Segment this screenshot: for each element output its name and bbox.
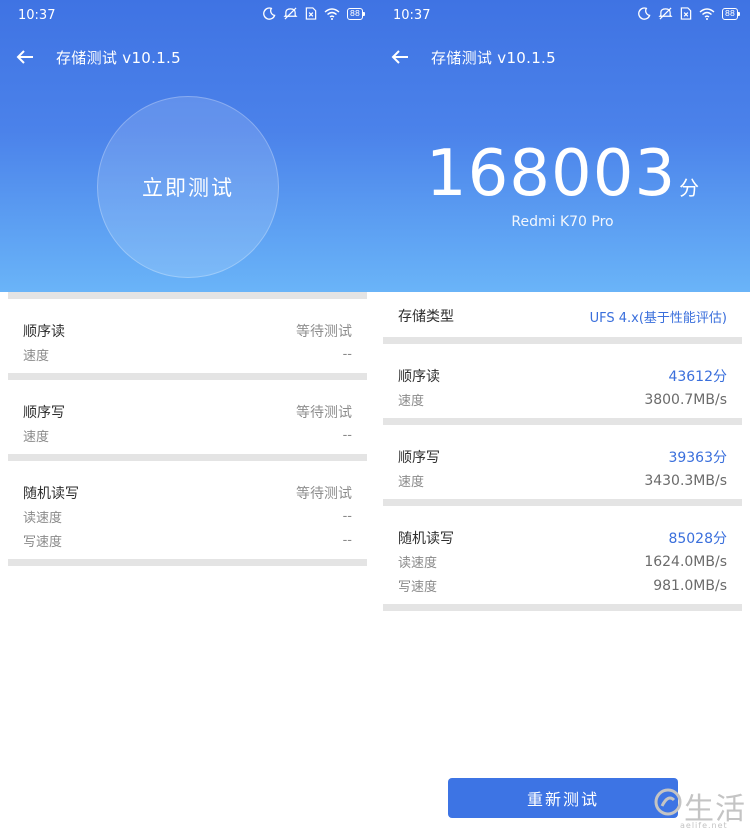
random-rw-card: 随机读写 85028分 读速度 1624.0MB/s 写速度 981.0MB/s: [383, 506, 742, 604]
retest-button[interactable]: 重新测试: [448, 778, 678, 818]
sequential-write-card: 顺序写 39363分 速度 3430.3MB/s: [383, 425, 742, 499]
sim-x-icon: [305, 7, 317, 20]
metric-value: --: [342, 509, 352, 524]
storage-type-row: 存储类型 UFS 4.x(基于性能评估): [383, 292, 742, 337]
left-screen: 10:37 88 存储测试 v10.1.5 立即测试 顺序读 等待测试 速度 -…: [0, 0, 375, 833]
divider: [383, 499, 742, 506]
metric-value: 981.0MB/s: [653, 577, 727, 594]
section-title: 随机读写: [23, 486, 79, 502]
metric-label: 速度: [398, 394, 425, 409]
status-bar: 10:37 88: [375, 0, 750, 32]
section-score: 39363分: [668, 450, 727, 466]
status-pending: 等待测试: [296, 486, 352, 502]
hero-header: 10:37 88 存储测试 v10.1.5 168003 分 Redmi K70 …: [375, 0, 750, 292]
status-bar: 10:37 88: [0, 0, 375, 32]
divider: [8, 292, 367, 299]
status-time: 10:37: [18, 8, 56, 23]
back-arrow-icon[interactable]: [389, 46, 411, 68]
metric-value: 1624.0MB/s: [644, 553, 727, 570]
storage-type-label: 存储类型: [398, 309, 454, 325]
metric-label: 读速度: [23, 511, 63, 526]
mute-icon: [658, 7, 673, 20]
sequential-read-card: 顺序读 等待测试 速度 --: [8, 299, 367, 373]
divider: [383, 418, 742, 425]
metric-value: --: [342, 428, 352, 443]
total-score-value: 168003: [425, 137, 677, 211]
start-test-button[interactable]: 立即测试: [97, 96, 279, 278]
section-title: 顺序写: [23, 405, 65, 421]
section-title: 随机读写: [398, 531, 454, 547]
status-pending: 等待测试: [296, 405, 352, 421]
metric-label: 读速度: [398, 556, 438, 571]
watermark-logo-icon: [654, 788, 682, 816]
divider: [8, 373, 367, 380]
watermark: 生活 aelife.net: [652, 784, 750, 833]
battery-icon: 88: [721, 7, 741, 20]
status-time: 10:37: [393, 8, 431, 23]
metric-label: 速度: [23, 430, 50, 445]
section-score: 85028分: [668, 531, 727, 547]
section-score: 43612分: [668, 369, 727, 385]
metric-value: --: [342, 533, 352, 548]
storage-type-value: UFS 4.x(基于性能评估): [589, 310, 727, 326]
divider: [8, 559, 367, 566]
metric-label: 速度: [398, 475, 425, 490]
sequential-read-card: 顺序读 43612分 速度 3800.7MB/s: [383, 344, 742, 418]
app-bar: 存储测试 v10.1.5: [0, 40, 375, 74]
wifi-icon: [699, 7, 715, 20]
watermark-url: aelife.net: [680, 821, 728, 830]
status-icons: 88: [637, 7, 741, 20]
moon-icon: [637, 7, 651, 20]
wifi-icon: [324, 7, 340, 20]
section-title: 顺序读: [23, 324, 65, 340]
metric-label: 写速度: [23, 535, 63, 550]
divider: [383, 604, 742, 611]
total-score: 168003 分: [375, 138, 750, 210]
result-list: 顺序读 等待测试 速度 -- 顺序写 等待测试 速度 -- 随机读写 等待测试: [8, 292, 367, 566]
result-list: 存储类型 UFS 4.x(基于性能评估) 顺序读 43612分 速度 3800.…: [383, 292, 742, 611]
back-arrow-icon[interactable]: [14, 46, 36, 68]
mute-icon: [283, 7, 298, 20]
moon-icon: [262, 7, 276, 20]
score-unit: 分: [679, 176, 700, 200]
metric-value: --: [342, 347, 352, 362]
divider: [8, 454, 367, 461]
metric-label: 速度: [23, 349, 50, 364]
metric-value: 3430.3MB/s: [644, 472, 727, 489]
random-rw-card: 随机读写 等待测试 读速度 -- 写速度 --: [8, 461, 367, 559]
divider: [383, 337, 742, 344]
status-icons: 88: [262, 7, 366, 20]
device-name: Redmi K70 Pro: [511, 214, 614, 230]
app-bar: 存储测试 v10.1.5: [375, 40, 750, 74]
section-title: 顺序读: [398, 369, 440, 385]
page-title: 存储测试 v10.1.5: [431, 49, 556, 67]
start-test-label: 立即测试: [142, 176, 234, 200]
section-title: 顺序写: [398, 450, 440, 466]
battery-icon: 88: [346, 7, 366, 20]
page-title: 存储测试 v10.1.5: [56, 49, 181, 67]
retest-button-label: 重新测试: [526, 790, 599, 809]
metric-value: 3800.7MB/s: [644, 391, 727, 408]
status-pending: 等待测试: [296, 324, 352, 340]
metric-label: 写速度: [398, 580, 438, 595]
right-screen: 10:37 88 存储测试 v10.1.5 168003 分 Redmi K70 …: [375, 0, 750, 833]
sim-x-icon: [680, 7, 692, 20]
hero-header: 10:37 88 存储测试 v10.1.5 立即测试: [0, 0, 375, 292]
sequential-write-card: 顺序写 等待测试 速度 --: [8, 380, 367, 454]
